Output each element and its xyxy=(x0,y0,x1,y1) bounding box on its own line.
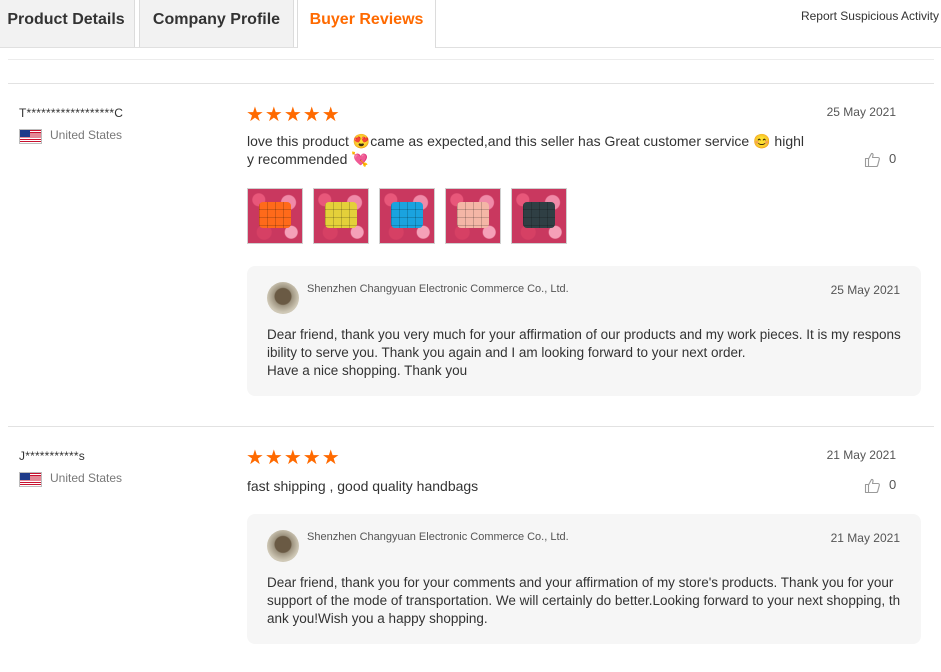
tab-divider xyxy=(0,47,941,48)
review-date: 21 May 2021 xyxy=(826,448,896,462)
divider xyxy=(8,83,934,84)
tab-bar: Product Details Company Profile Buyer Re… xyxy=(0,0,941,48)
seller-reply: Shenzhen Changyuan Electronic Commerce C… xyxy=(247,514,921,644)
review-photo[interactable] xyxy=(247,188,303,244)
seller-name: Shenzhen Changyuan Electronic Commerce C… xyxy=(307,283,569,295)
tab-buyer-reviews[interactable]: Buyer Reviews xyxy=(297,0,436,48)
star-rating: ★★★★★ xyxy=(246,104,341,126)
seller-reply: Shenzhen Changyuan Electronic Commerce C… xyxy=(247,266,921,396)
report-suspicious-activity-link[interactable]: Report Suspicious Activity xyxy=(801,9,939,23)
thumbs-up-icon xyxy=(864,478,880,494)
divider xyxy=(8,59,934,60)
tab-company-profile[interactable]: Company Profile xyxy=(139,0,294,47)
review-photo[interactable] xyxy=(313,188,369,244)
star-rating: ★★★★★ xyxy=(246,447,341,469)
review-photo[interactable] xyxy=(511,188,567,244)
us-flag-icon xyxy=(19,472,42,487)
seller-name: Shenzhen Changyuan Electronic Commerce C… xyxy=(307,531,569,543)
seller-avatar xyxy=(267,282,299,314)
review-photo[interactable] xyxy=(379,188,435,244)
like-count: 0 xyxy=(889,477,897,492)
review-photo[interactable] xyxy=(445,188,501,244)
thumbs-up-icon xyxy=(864,152,880,168)
reviewer-name: J***********s xyxy=(19,449,85,463)
seller-avatar xyxy=(267,530,299,562)
reply-date: 21 May 2021 xyxy=(830,531,900,545)
country-name: United States xyxy=(50,471,123,485)
review-text: fast shipping , good quality handbags xyxy=(247,478,479,494)
reply-text: Dear friend, thank you for your comments… xyxy=(267,575,901,626)
review-date: 25 May 2021 xyxy=(826,105,896,119)
reply-date: 25 May 2021 xyxy=(830,283,900,297)
like-count: 0 xyxy=(889,151,897,166)
reply-text: Dear friend, thank you very much for you… xyxy=(267,327,901,378)
reviewer-name: T******************C xyxy=(19,106,124,120)
tab-product-details[interactable]: Product Details xyxy=(0,0,135,47)
divider xyxy=(8,426,934,427)
country-name: United States xyxy=(50,128,123,142)
review-text: love this product 😍came as expected,and … xyxy=(247,133,805,167)
us-flag-icon xyxy=(19,129,42,144)
